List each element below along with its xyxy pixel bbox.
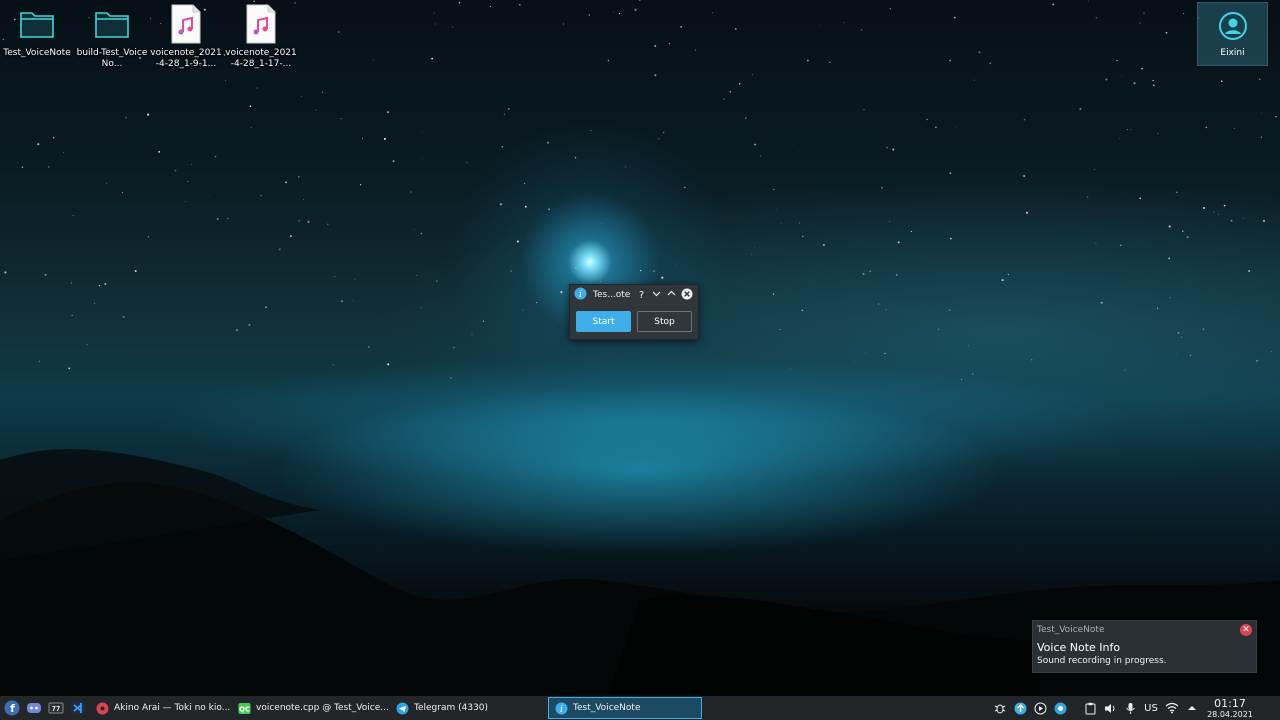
vscode-icon <box>71 701 85 715</box>
folder-icon <box>92 4 132 44</box>
voicenote-dialog: i Tes...ote ? Start Stop <box>569 284 699 340</box>
music-app-icon <box>96 702 109 715</box>
task-telegram[interactable]: Telegram (4330) <box>390 697 546 719</box>
desktop-icon-build-folder[interactable]: build-Test_VoiceNo... <box>76 4 148 70</box>
user-name: Eixini <box>1220 48 1245 58</box>
update-icon[interactable] <box>1010 698 1030 718</box>
user-switcher-widget[interactable]: Eixini <box>1197 2 1268 66</box>
notification-popup[interactable]: Test_VoiceNote ✕ Voice Note Info Sound r… <box>1032 620 1257 673</box>
help-button[interactable]: ? <box>634 290 649 301</box>
landscape <box>0 449 1280 720</box>
task-label: Telegram (4330) <box>414 703 489 713</box>
close-button[interactable] <box>679 288 694 303</box>
stop-button[interactable]: Stop <box>637 311 692 332</box>
desktop-icon-label: build-Test_VoiceNo... <box>76 48 148 69</box>
task-test-voicenote[interactable]: i Test_VoiceNote <box>548 697 702 719</box>
desktop-icon-voicenote-2[interactable]: voicenote_2021-4-28_1-17-... <box>225 4 297 70</box>
taskbar: f 77 Akino Arai — Toki no kio... 🔊 QC vo… <box>0 696 1280 720</box>
desktop-icon-label: voicenote_2021-4-28_1-17-... <box>225 48 297 69</box>
clock-date: 28.04.2021 <box>1207 709 1253 719</box>
maximize-button[interactable] <box>664 289 679 301</box>
task-label: voicenote.cpp @ Test_Voice... <box>256 703 388 713</box>
wifi-icon[interactable] <box>1162 698 1182 718</box>
folder-icon <box>17 4 57 44</box>
svg-text:i: i <box>579 290 582 300</box>
user-icon <box>1198 11 1267 44</box>
keyboard-layout[interactable]: US <box>1140 698 1162 718</box>
system-tray: US 01:17 28.04.2021 <box>990 696 1280 720</box>
terminal-icon: 77 <box>48 702 64 714</box>
close-icon <box>681 288 692 299</box>
info-icon: i <box>555 702 568 715</box>
start-button[interactable]: Start <box>576 311 631 332</box>
svg-text:77: 77 <box>52 705 60 713</box>
discord-icon <box>27 703 41 713</box>
telegram-tray-icon[interactable] <box>1050 698 1070 718</box>
chevron-down-icon <box>652 291 661 297</box>
desktop-icon-label: Test_VoiceNote <box>3 48 71 58</box>
task-label: Test_VoiceNote <box>573 703 641 713</box>
bug-icon[interactable] <box>990 698 1010 718</box>
notification-title: Voice Note Info <box>1037 641 1121 654</box>
vscode-launcher[interactable] <box>68 698 88 718</box>
desktop-icon-label: voicenote_2021-4-28_1-9-1... <box>150 48 222 69</box>
info-icon: i <box>574 287 587 303</box>
svg-text:QC: QC <box>239 705 250 713</box>
task-music-player[interactable]: Akino Arai — Toki no kio... 🔊 <box>90 697 230 719</box>
dialog-title: Tes...ote <box>593 290 631 300</box>
notification-app-name: Test_VoiceNote <box>1037 624 1105 635</box>
clipboard-icon[interactable] <box>1080 698 1100 718</box>
discord-launcher[interactable] <box>24 698 44 718</box>
microphone-icon[interactable] <box>1120 698 1140 718</box>
desktop-icon-voicenote-1[interactable]: voicenote_2021-4-28_1-9-1... <box>150 4 222 70</box>
audio-file-icon <box>241 4 281 44</box>
telegram-icon <box>396 702 409 715</box>
app-launcher-button[interactable]: f <box>2 698 22 718</box>
svg-text:f: f <box>10 702 15 715</box>
svg-text:i: i <box>560 705 563 715</box>
notification-close-icon[interactable]: ✕ <box>1240 623 1252 636</box>
dialog-titlebar[interactable]: i Tes...ote ? <box>570 285 698 305</box>
audio-file-icon <box>166 4 206 44</box>
task-label: Akino Arai — Toki no kio... <box>114 703 230 713</box>
notification-body: Sound recording in progress. <box>1037 656 1167 666</box>
task-qtcreator[interactable]: QC voicenote.cpp @ Test_Voice... <box>232 697 388 719</box>
clock[interactable]: 01:17 28.04.2021 <box>1206 696 1254 719</box>
volume-icon[interactable] <box>1100 698 1120 718</box>
tray-expand-icon[interactable] <box>1182 698 1202 718</box>
clock-time: 01:17 <box>1214 696 1246 710</box>
minimize-button[interactable] <box>649 289 664 301</box>
launcher-3[interactable]: 77 <box>46 698 66 718</box>
fedora-icon: f <box>4 700 20 716</box>
media-play-icon[interactable] <box>1030 698 1050 718</box>
desktop-icon-test-voicenote[interactable]: Test_VoiceNote <box>1 4 73 59</box>
qtcreator-icon: QC <box>238 702 251 715</box>
chevron-up-icon <box>667 290 676 296</box>
